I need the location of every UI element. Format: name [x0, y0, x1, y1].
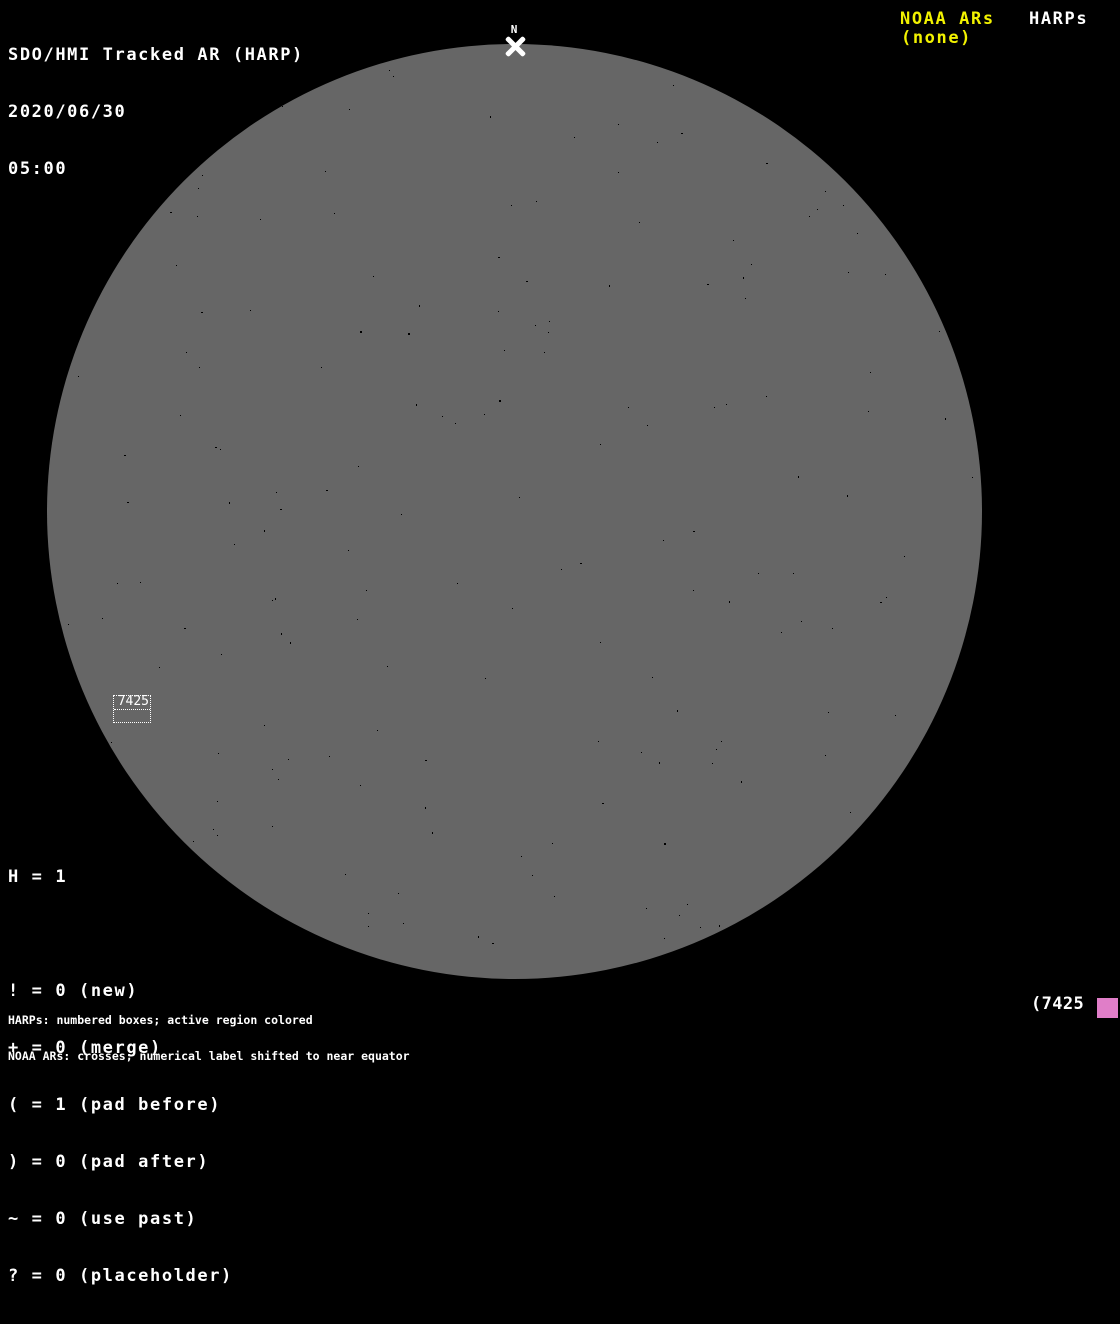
harp-color-swatch: [1097, 998, 1118, 1018]
harp-tracking-view: N 7425 SDO/HMI Tracked AR (HARP) 2020/06…: [0, 0, 1120, 1286]
header-block: SDO/HMI Tracked AR (HARP) 2020/06/30 05:…: [8, 8, 304, 217]
legend-harp-count: H = 1: [8, 867, 68, 887]
harp-reference-label: (7425: [1031, 994, 1085, 1014]
caption-harps: HARPs: numbered boxes; active region col…: [8, 1013, 313, 1027]
observation-time: 05:00: [8, 159, 68, 179]
page-title: SDO/HMI Tracked AR (HARP): [8, 45, 304, 65]
legend-flag-pad-after: ) = 0 (pad after): [8, 1152, 210, 1172]
noaa-ars-column-label: NOAA ARs: [900, 9, 995, 29]
harp-box: 7425: [113, 695, 151, 723]
observation-date: 2020/06/30: [8, 102, 127, 122]
caption-noaa: NOAA ARs: crosses; numerical label shift…: [8, 1049, 410, 1063]
legend-flag-pad-before: ( = 1 (pad before): [8, 1095, 222, 1115]
noaa-ars-value: (none): [901, 28, 973, 48]
legend-flag-use-past: ~ = 0 (use past): [8, 1209, 198, 1229]
harps-column-label: HARPs: [1029, 9, 1089, 29]
harp-box-label: 7425: [114, 695, 150, 710]
legend-flag-placeholder: ? = 0 (placeholder): [8, 1266, 233, 1286]
caption-block: HARPs: numbered boxes; active region col…: [8, 990, 410, 1086]
legend-spacer: [8, 925, 233, 944]
